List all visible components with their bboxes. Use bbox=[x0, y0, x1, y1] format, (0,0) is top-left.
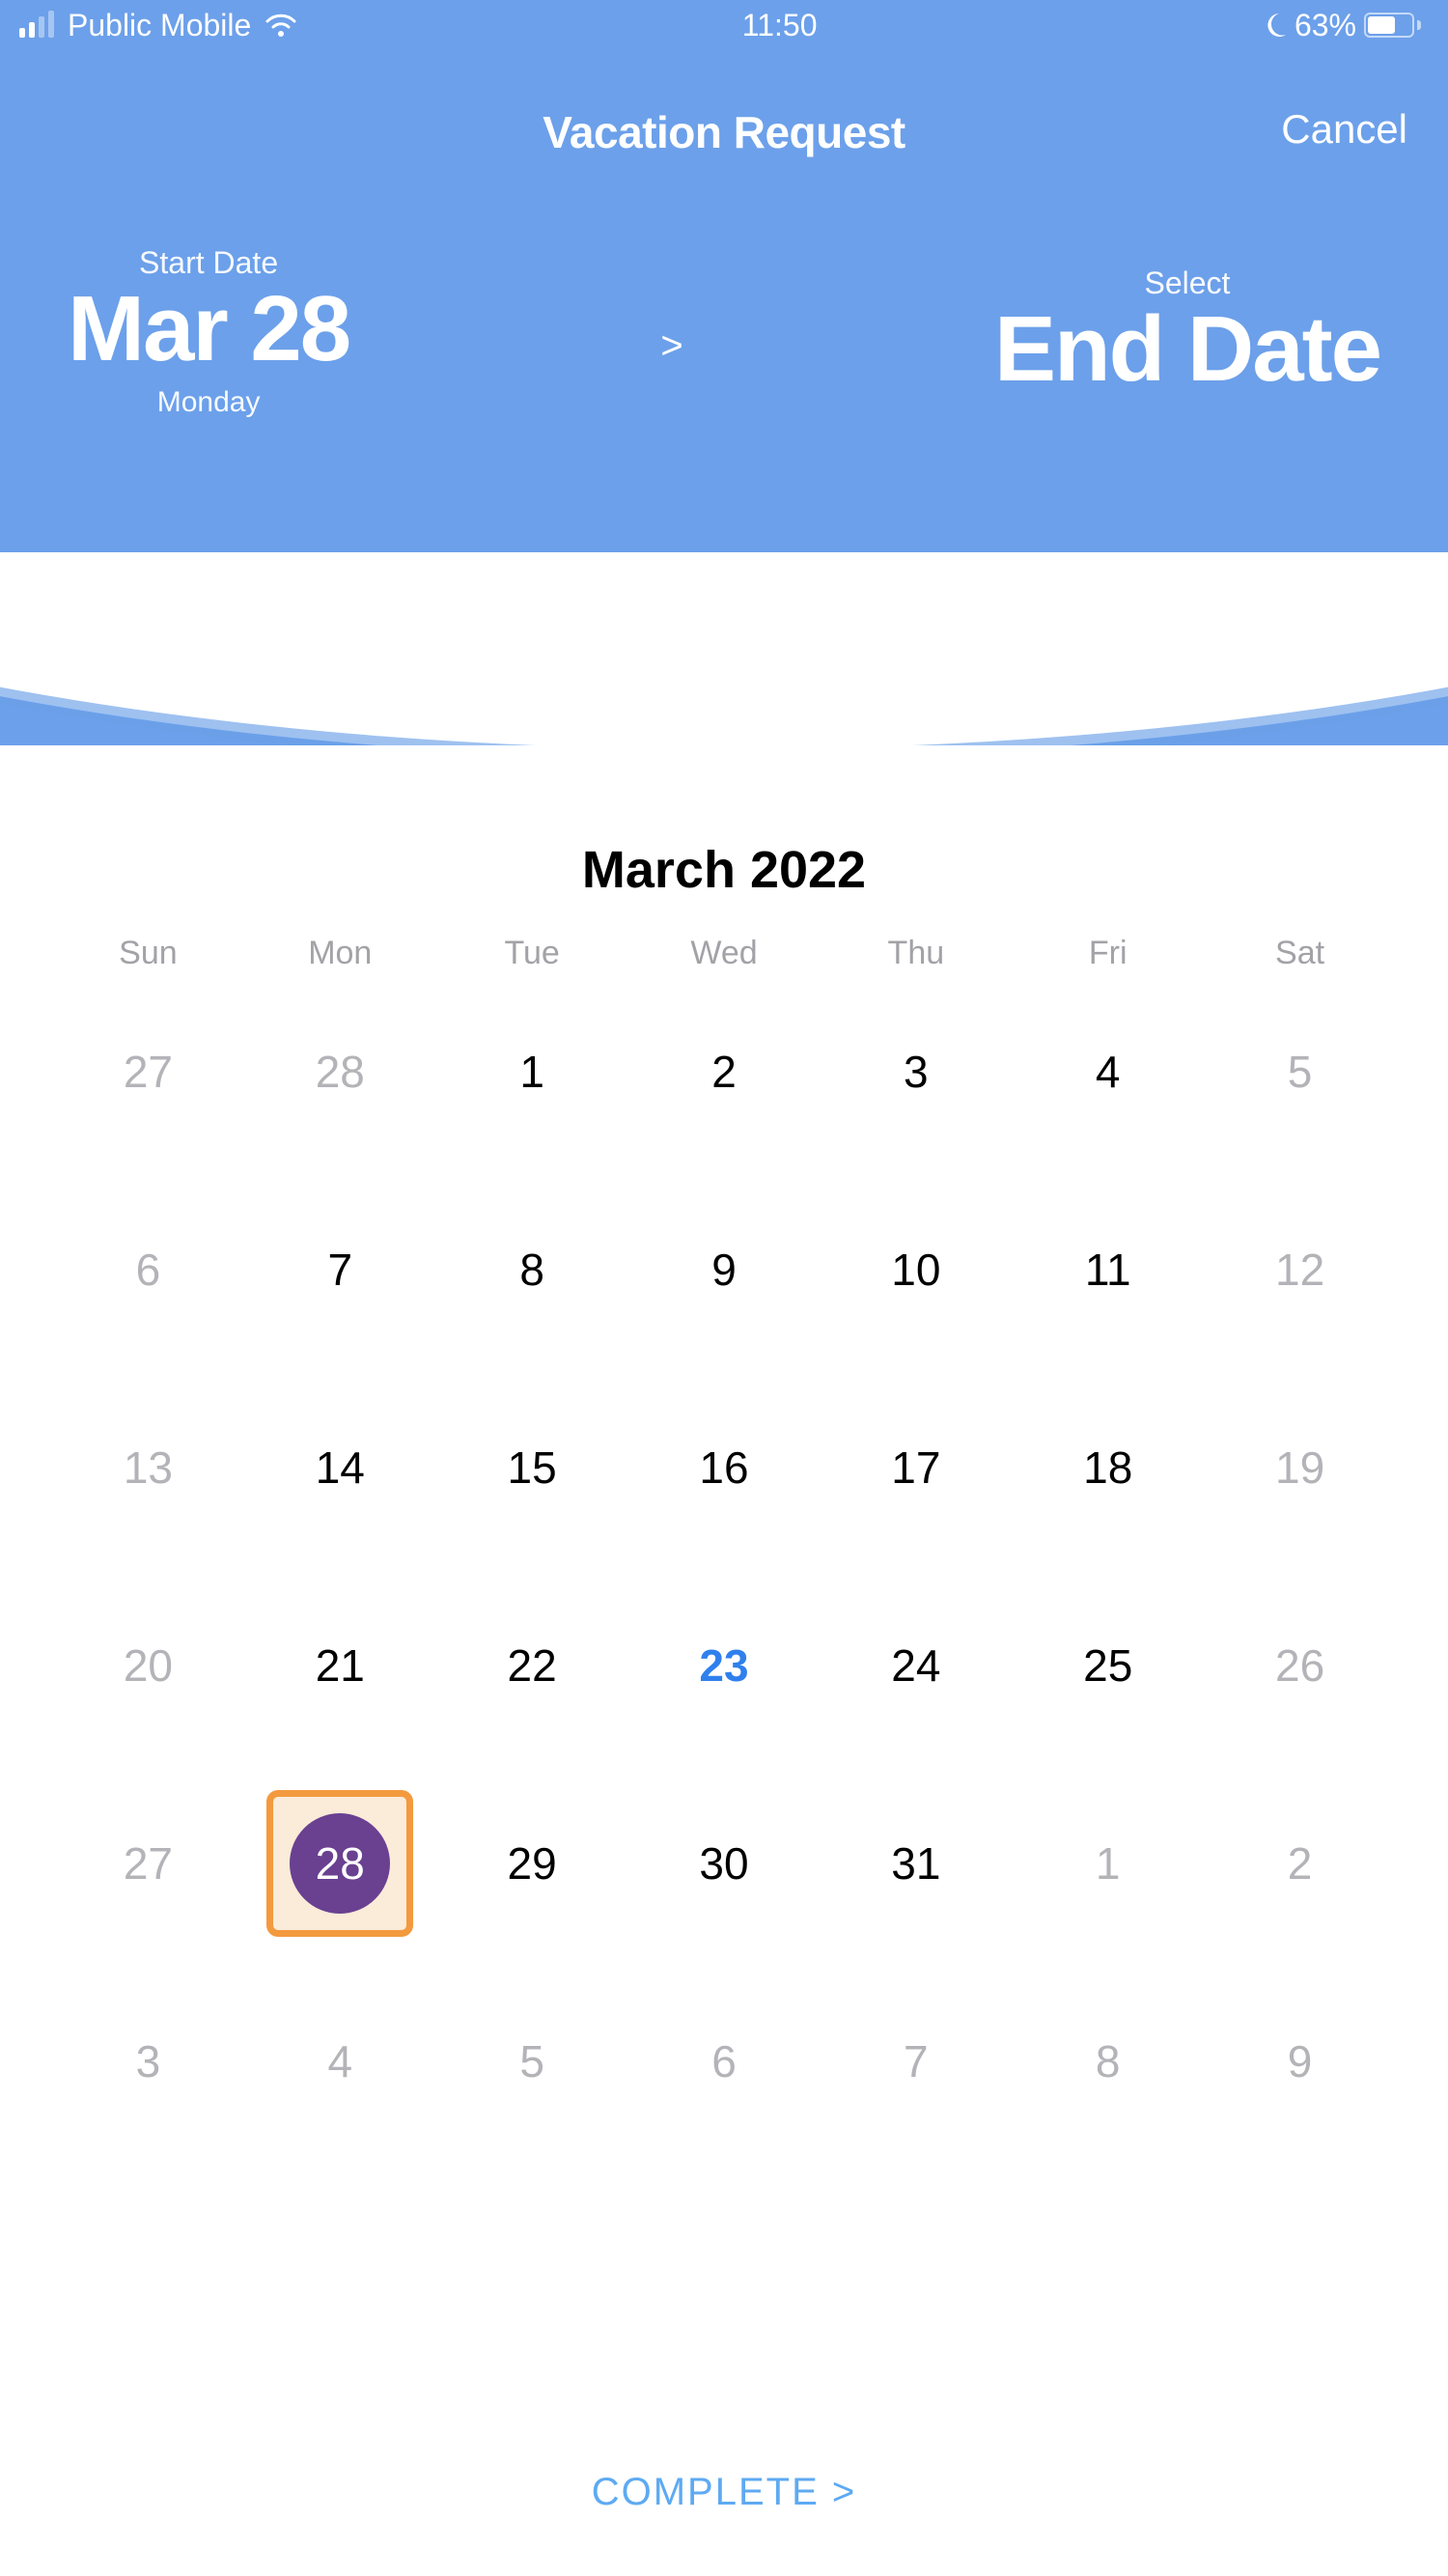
nav-row: Vacation Request Cancel bbox=[0, 106, 1448, 158]
calendar-day[interactable]: 27 bbox=[52, 1764, 244, 1962]
calendar-day[interactable]: 8 bbox=[436, 1170, 628, 1368]
header-curve bbox=[0, 552, 1448, 745]
cancel-button[interactable]: Cancel bbox=[1281, 106, 1407, 153]
calendar-day[interactable]: 7 bbox=[244, 1170, 436, 1368]
weekday-fri: Fri bbox=[1012, 935, 1204, 972]
weekday-mon: Mon bbox=[244, 935, 436, 972]
calendar-day[interactable]: 21 bbox=[244, 1566, 436, 1764]
moon-icon bbox=[1262, 13, 1287, 38]
status-bar-left: Public Mobile bbox=[19, 8, 297, 43]
complete-button[interactable]: COMPLETE > bbox=[592, 2471, 857, 2513]
page-title: Vacation Request bbox=[543, 106, 905, 158]
calendar-day[interactable]: 28 bbox=[244, 972, 436, 1170]
calendar-day[interactable]: 23 bbox=[628, 1566, 821, 1764]
date-separator-icon: > bbox=[660, 324, 682, 368]
calendar-day-selected-circle: 28 bbox=[290, 1813, 390, 1914]
calendar-day[interactable]: 13 bbox=[52, 1368, 244, 1566]
calendar-day[interactable]: 19 bbox=[1204, 1368, 1396, 1566]
battery-percent: 63% bbox=[1295, 8, 1356, 43]
calendar-grid: 2728123456789101112131415161718192021222… bbox=[52, 972, 1396, 2160]
start-date-value: Mar 28 bbox=[68, 281, 349, 378]
status-bar-time: 11:50 bbox=[742, 8, 818, 43]
calendar-day[interactable]: 16 bbox=[628, 1368, 821, 1566]
signal-icon bbox=[19, 13, 54, 38]
calendar-day[interactable]: 3 bbox=[820, 972, 1012, 1170]
calendar-day[interactable]: 3 bbox=[52, 1962, 244, 2160]
calendar-day[interactable]: 6 bbox=[628, 1962, 821, 2160]
calendar-week-row: 272812345 bbox=[52, 972, 1396, 1170]
calendar-day[interactable]: 15 bbox=[436, 1368, 628, 1566]
calendar-day[interactable]: 22 bbox=[436, 1566, 628, 1764]
calendar-week-row: 6789101112 bbox=[52, 1170, 1396, 1368]
calendar-day[interactable]: 26 bbox=[1204, 1566, 1396, 1764]
calendar-day[interactable]: 14 bbox=[244, 1368, 436, 1566]
weekday-sun: Sun bbox=[52, 935, 244, 972]
calendar-day[interactable]: 20 bbox=[52, 1566, 244, 1764]
calendar-day[interactable]: 27 bbox=[52, 972, 244, 1170]
calendar-day[interactable]: 6 bbox=[52, 1170, 244, 1368]
calendar-day[interactable]: 9 bbox=[1204, 1962, 1396, 2160]
date-range-row: Start Date Mar 28 Monday > Select End Da… bbox=[0, 245, 1448, 419]
calendar-day[interactable]: 12 bbox=[1204, 1170, 1396, 1368]
calendar-day[interactable]: 2 bbox=[628, 972, 821, 1170]
battery-icon bbox=[1364, 13, 1421, 38]
calendar-day[interactable]: 7 bbox=[820, 1962, 1012, 2160]
calendar-day[interactable]: 17 bbox=[820, 1368, 1012, 1566]
calendar-week-row: 20212223242526 bbox=[52, 1566, 1396, 1764]
calendar-day[interactable]: 11 bbox=[1012, 1170, 1204, 1368]
end-date-block[interactable]: Select End Date bbox=[994, 266, 1380, 399]
wifi-icon bbox=[265, 13, 297, 38]
calendar-week-row: 3456789 bbox=[52, 1962, 1396, 2160]
calendar-day[interactable]: 9 bbox=[628, 1170, 821, 1368]
calendar-day[interactable]: 10 bbox=[820, 1170, 1012, 1368]
calendar-day[interactable]: 28 bbox=[244, 1764, 436, 1962]
calendar-week-row: 27 28 29303112 bbox=[52, 1764, 1396, 1962]
calendar-day[interactable]: 1 bbox=[1012, 1764, 1204, 1962]
calendar-day[interactable]: 1 bbox=[436, 972, 628, 1170]
status-bar-right: 63% bbox=[1262, 8, 1421, 43]
calendar: March 2022 Sun Mon Tue Wed Thu Fri Sat 2… bbox=[0, 745, 1448, 2160]
start-date-weekday: Monday bbox=[68, 386, 349, 419]
weekday-wed: Wed bbox=[628, 935, 821, 972]
end-date-value: End Date bbox=[994, 301, 1380, 399]
calendar-day[interactable]: 4 bbox=[1012, 972, 1204, 1170]
calendar-day[interactable]: 18 bbox=[1012, 1368, 1204, 1566]
calendar-day[interactable]: 29 bbox=[436, 1764, 628, 1962]
calendar-day[interactable]: 24 bbox=[820, 1566, 1012, 1764]
start-date-block[interactable]: Start Date Mar 28 Monday bbox=[68, 245, 349, 419]
calendar-day[interactable]: 25 bbox=[1012, 1566, 1204, 1764]
end-date-label: Select bbox=[994, 266, 1380, 301]
calendar-day[interactable]: 31 bbox=[820, 1764, 1012, 1962]
weekday-sat: Sat bbox=[1204, 935, 1396, 972]
calendar-month-title: March 2022 bbox=[52, 840, 1396, 900]
start-date-label: Start Date bbox=[68, 245, 349, 281]
weekday-thu: Thu bbox=[820, 935, 1012, 972]
calendar-day[interactable]: 5 bbox=[436, 1962, 628, 2160]
calendar-week-row: 13141516171819 bbox=[52, 1368, 1396, 1566]
weekday-header-row: Sun Mon Tue Wed Thu Fri Sat bbox=[52, 935, 1396, 972]
calendar-day[interactable]: 5 bbox=[1204, 972, 1396, 1170]
calendar-day[interactable]: 8 bbox=[1012, 1962, 1204, 2160]
carrier-label: Public Mobile bbox=[68, 8, 251, 43]
status-bar: Public Mobile 11:50 63% bbox=[0, 0, 1448, 50]
weekday-tue: Tue bbox=[436, 935, 628, 972]
calendar-day[interactable]: 4 bbox=[244, 1962, 436, 2160]
header: Vacation Request Cancel Start Date Mar 2… bbox=[0, 50, 1448, 745]
calendar-day[interactable]: 2 bbox=[1204, 1764, 1396, 1962]
footer: COMPLETE > bbox=[0, 2471, 1448, 2514]
calendar-day[interactable]: 30 bbox=[628, 1764, 821, 1962]
